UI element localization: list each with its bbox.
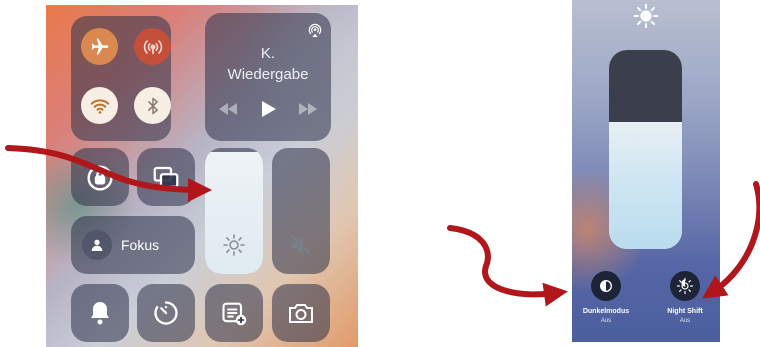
annotation-arrows xyxy=(5,145,760,307)
arrow-to-brightness-slider xyxy=(5,145,212,202)
arrow-to-night-shift xyxy=(702,181,760,299)
arrow-to-dark-mode xyxy=(447,225,568,307)
